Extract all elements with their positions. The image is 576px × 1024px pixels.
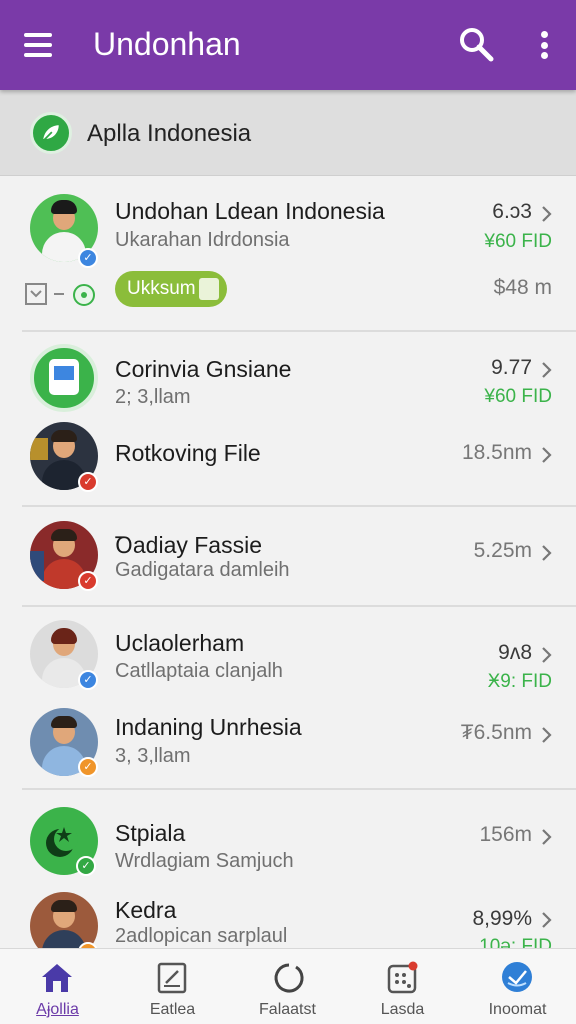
menu-icon[interactable] — [20, 30, 56, 60]
nav-label: Lasda — [380, 1001, 425, 1018]
list-item[interactable]: ✓ Undohan Ldean Indonesia Ukarahan Idrdo… — [0, 176, 576, 330]
item-name: Undohan Ldean Indonesia — [115, 198, 385, 224]
item-name: Uclaolerham — [115, 630, 245, 656]
item-value: 9ʌ8 — [498, 641, 532, 664]
item-list[interactable]: ✓ Undohan Ldean Indonesia Ukarahan Idrdo… — [0, 176, 576, 948]
verified-badge-icon: ✓ — [76, 856, 96, 876]
list-item[interactable]: ✓ Uclaolerham Catllaptaia clanjalh 9ʌ8 Ӿ… — [0, 607, 576, 698]
nav-tab-home[interactable]: Aɉollia — [0, 949, 115, 1024]
chevron-right-icon — [542, 647, 552, 663]
item-subtitle: Catllaptaia clanjalh — [115, 660, 283, 682]
list-item[interactable]: ✓ Indaning Unrhesia 3, 3,llam ₮6.5nm — [0, 698, 576, 788]
list-item[interactable]: ✓ Rotkoving File 18.5nm — [0, 420, 576, 505]
app-avatar — [30, 344, 98, 412]
edit-square-icon — [157, 962, 187, 994]
item-value: 18.5nm — [461, 441, 532, 464]
alert-badge-icon: ✓ — [78, 571, 98, 591]
item-value: 9.77 — [491, 356, 532, 379]
chevron-right-icon — [542, 447, 552, 463]
item-name: Ꝺadiay Fassie — [115, 532, 262, 558]
search-icon[interactable] — [458, 26, 494, 62]
nav-label: Eatlea — [149, 1001, 196, 1018]
list-item[interactable]: ✓ Stpiala Wrdlagiam Samjuch 156m — [0, 790, 576, 882]
status-pill-label: Ukksum — [127, 278, 196, 299]
section-title: Aplla Indonesia — [87, 120, 252, 147]
item-value: 6.ɔ3 — [492, 200, 532, 223]
item-subtitle: 3, 3,llam — [115, 745, 191, 767]
verified-badge-icon: ✓ — [78, 248, 98, 268]
item-secondary-value: ¥60 FID — [484, 386, 552, 407]
nav-tab-notifications[interactable]: Lasda — [345, 949, 460, 1024]
pending-badge-icon: ✓ — [78, 757, 98, 777]
list-item[interactable]: ✓ Kedra 2adlopican sarplaul 8,99% 10ǝ: F… — [0, 882, 576, 948]
document-icon — [199, 278, 219, 300]
more-options-icon[interactable] — [530, 28, 558, 62]
nav-label: Inoomat — [488, 1001, 547, 1018]
nav-label: Aɉollia — [36, 1001, 79, 1018]
list-item[interactable]: Corinvia Gnsiane 2; 3,llam 9.77 ¥60 FID — [0, 332, 576, 420]
chevron-right-icon — [542, 206, 552, 222]
item-name: Stpiala — [115, 820, 186, 846]
item-subtitle: Ukarahan Idrdonsia — [115, 229, 290, 251]
item-subtitle: Wrdlagiam Samjuch — [115, 850, 294, 872]
item-value: 8,99% — [472, 907, 532, 930]
section-header[interactable]: Aplla Indonesia — [0, 90, 576, 176]
leaf-logo-icon — [30, 112, 72, 154]
item-name: Kedra — [115, 897, 177, 923]
chevron-right-icon — [542, 727, 552, 743]
item-secondary-value: ¥60 FID — [484, 231, 552, 252]
chevron-right-icon — [542, 362, 552, 378]
chevron-right-icon — [542, 829, 552, 845]
notification-grid-icon — [387, 961, 418, 994]
alert-badge-icon: ✓ — [78, 472, 98, 492]
status-pill[interactable]: Ukksum — [115, 271, 227, 307]
item-value: ₮6.5nm — [460, 721, 532, 744]
item-name: Rotkoving File — [115, 440, 261, 466]
circle-icon — [274, 963, 304, 993]
item-name: Indaning Unrhesia — [115, 714, 302, 740]
item-secondary-value: Ӿ9: FID — [487, 671, 552, 692]
avatar — [30, 892, 98, 948]
chevron-right-icon — [542, 912, 552, 928]
nav-label: Falaatst — [259, 1001, 316, 1018]
app-title: Undonhan — [93, 26, 241, 62]
item-subtitle: Gadigatara damleih — [115, 559, 290, 581]
verified-badge-icon: ✓ — [78, 670, 98, 690]
home-icon — [42, 964, 72, 992]
app-bar: Undonhan — [0, 0, 576, 90]
item-subtitle: 2adlopican sarplaul — [115, 925, 288, 947]
item-secondary-value: 10ǝ: FID — [479, 936, 552, 948]
nav-tab-status[interactable]: Falaatst — [230, 949, 345, 1024]
globe-badge-icon — [502, 962, 532, 992]
item-value: 5.25m — [473, 539, 532, 562]
nav-tab-info[interactable]: Inoomat — [460, 949, 575, 1024]
nav-tab-edit[interactable]: Eatlea — [115, 949, 230, 1024]
item-extra-value: $48 m — [493, 276, 552, 299]
item-subtitle: 2; 3,llam — [115, 386, 191, 408]
list-item[interactable]: ✓ Ꝺadiay Fassie Gadigatara damleih 5.25m — [0, 507, 576, 605]
attachment-icons[interactable] — [24, 282, 100, 308]
chevron-right-icon — [542, 545, 552, 561]
bottom-navigation: Aɉollia Eatlea Falaatst Lasda Inoomat — [0, 948, 576, 1024]
item-name: Corinvia Gnsiane — [115, 356, 292, 382]
item-value: 156m — [479, 823, 532, 846]
